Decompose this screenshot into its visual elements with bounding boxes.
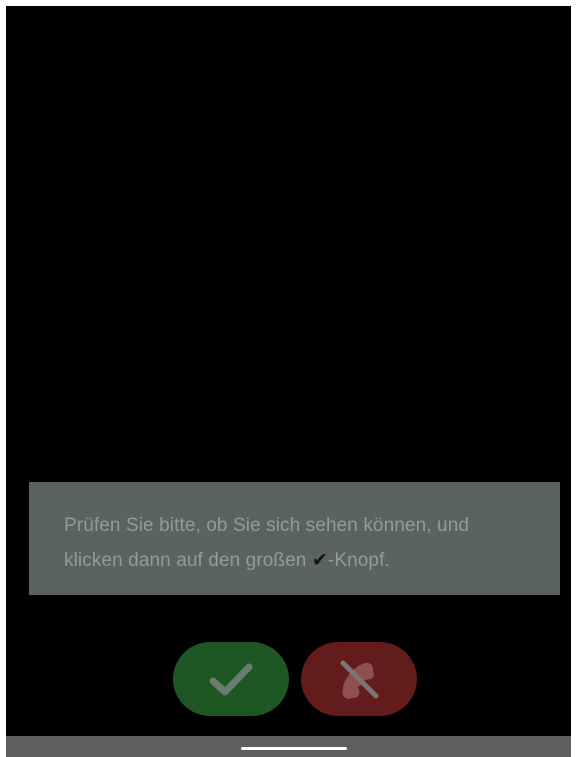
camera-preview — [6, 6, 571, 736]
hangup-button[interactable] — [301, 642, 417, 716]
instruction-box: Prüfen Sie bitte, ob Sie sich sehen könn… — [29, 482, 560, 595]
app-screen: Prüfen Sie bitte, ob Sie sich sehen könn… — [6, 6, 571, 757]
hangup-phone-icon — [340, 660, 379, 699]
system-navigation-bar — [6, 736, 571, 757]
home-indicator[interactable] — [241, 747, 347, 750]
instruction-text-before: Prüfen Sie bitte, ob Sie sich sehen könn… — [64, 515, 470, 571]
check-inline-icon: ✔ — [311, 550, 328, 571]
instruction-text-after: -Knopf. — [327, 550, 390, 571]
confirm-button[interactable] — [173, 642, 289, 716]
checkmark-icon — [209, 663, 253, 696]
